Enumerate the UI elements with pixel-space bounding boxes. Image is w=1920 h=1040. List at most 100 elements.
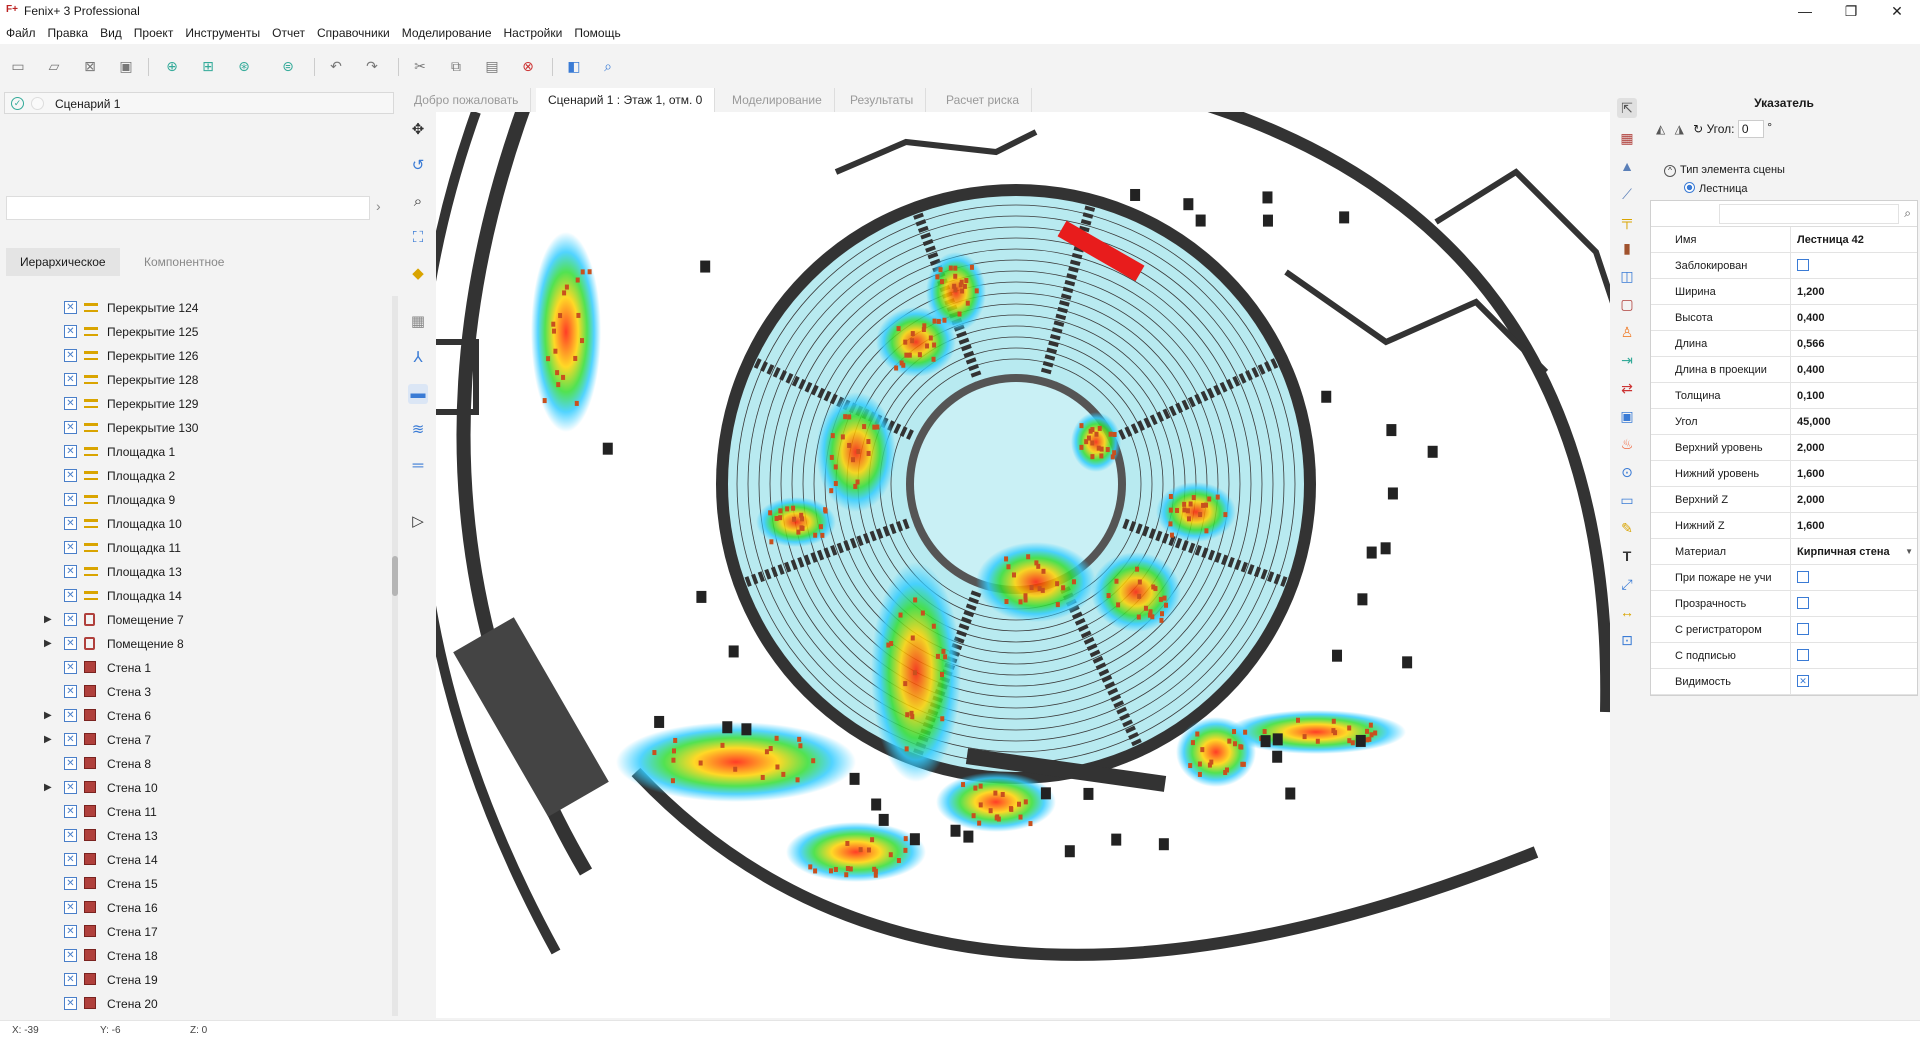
link-tool-icon[interactable]: ⤢ [1617,574,1637,594]
visibility-checkbox[interactable]: ✕ [64,925,77,938]
3d-view-icon[interactable]: ◆ [408,264,428,284]
visibility-checkbox[interactable]: ✕ [64,493,77,506]
rotate-icon[interactable]: ↺ [408,156,428,176]
tree-item[interactable]: ✕ Стена 11 [0,800,390,824]
add-scenario-icon[interactable]: ⊕ [162,56,182,76]
cut-icon[interactable]: ✂ [410,56,430,76]
visibility-checkbox[interactable]: ✕ [64,733,77,746]
property-value[interactable]: 1,600 [1797,513,1913,539]
menu-project[interactable]: Проект [128,22,180,44]
visibility-checkbox[interactable]: ✕ [64,397,77,410]
new-file-icon[interactable]: ▭ [8,56,28,76]
visibility-checkbox[interactable]: ✕ [64,973,77,986]
tree-item[interactable]: ✕ Стена 13 [0,824,390,848]
tree-item[interactable]: ✕ Площадка 1 [0,440,390,464]
tree-search-input[interactable] [6,196,370,220]
visibility-checkbox[interactable]: ✕ [64,949,77,962]
visibility-checkbox[interactable]: ✕ [64,997,77,1010]
visibility-checkbox[interactable]: ✕ [64,781,77,794]
play-icon[interactable]: ▷ [408,512,428,532]
layers-icon[interactable]: ◧ [564,56,584,76]
menu-file[interactable]: Файл [0,22,42,44]
scrollbar-thumb[interactable] [392,556,398,596]
grid-icon[interactable]: ▦ [408,312,428,332]
tree-item[interactable]: ✕ Стена 1 [0,656,390,680]
visibility-checkbox[interactable]: ✕ [64,469,77,482]
check-scenario-icon[interactable]: ⊜ [278,56,298,76]
tree-item[interactable]: ✕ Стена 20 [0,992,390,1016]
visibility-checkbox[interactable]: ✕ [64,301,77,314]
minimize-button[interactable]: — [1782,0,1828,22]
menu-settings[interactable]: Настройки [498,22,569,44]
visibility-checkbox[interactable]: ✕ [64,325,77,338]
expand-arrow-icon[interactable]: ▶ [44,782,52,793]
tree-item[interactable]: ✕ Стена 18 [0,944,390,968]
visibility-checkbox[interactable]: ✕ [64,373,77,386]
property-checkbox[interactable] [1797,597,1809,609]
dimension-tool-icon[interactable]: ↔ [1617,602,1637,622]
tab-modeling[interactable]: Моделирование [720,88,835,112]
menu-references[interactable]: Справочники [311,22,396,44]
tree-item[interactable]: ✕ Стена 14 [0,848,390,872]
tree-item[interactable]: ✕ Перекрытие 126 [0,344,390,368]
property-value[interactable]: 2,000 [1797,487,1913,513]
visibility-checkbox[interactable]: ✕ [64,349,77,362]
tree-item[interactable]: ✕ Стена 3 [0,680,390,704]
screen-tool-icon[interactable]: ▭ [1617,490,1637,510]
visibility-checkbox[interactable]: ✕ [64,805,77,818]
visibility-checkbox[interactable]: ✕ [64,517,77,530]
tree-item[interactable]: ✕ Стена 15 [0,872,390,896]
visibility-checkbox[interactable]: ✕ [64,709,77,722]
property-value[interactable]: 1,600 [1797,461,1913,487]
tree-item[interactable]: ✕ Перекрытие 124 [0,296,390,320]
expand-arrow-icon[interactable]: ▶ [44,614,52,625]
save-icon[interactable]: ▣ [116,56,136,76]
element-type-group[interactable]: ^ Тип элемента сцены [1664,164,1785,177]
chevron-right-icon[interactable]: › [376,198,381,214]
visibility-checkbox[interactable]: ✕ [64,661,77,674]
floors-icon[interactable]: ≋ [408,420,428,440]
property-value[interactable]: Лестница 42 [1797,227,1913,253]
property-checkbox[interactable] [1797,571,1809,583]
pan-icon[interactable]: ✥ [408,120,428,140]
pointer-icon[interactable]: ⇱ [1617,98,1637,118]
property-value[interactable]: 45,000 [1797,409,1913,435]
angle-input[interactable]: 0 [1738,120,1764,138]
visibility-checkbox[interactable]: ✕ [64,829,77,842]
tree-item[interactable]: ✕ Стена 17 [0,920,390,944]
mirror-vertical-icon[interactable]: ◮ [1675,122,1684,136]
find-icon[interactable]: ⌕ [598,56,618,76]
paste-icon[interactable]: ▤ [482,56,502,76]
tree-item[interactable]: ▶ ✕ Помещение 7 [0,608,390,632]
measure-tool-icon[interactable]: ✎ [1617,518,1637,538]
tree-item[interactable]: ✕ Стена 16 [0,896,390,920]
tab-hierarchical[interactable]: Иерархическое [6,248,120,276]
tab-risk-calculation[interactable]: Расчет риска [934,88,1032,112]
element-type-option[interactable]: Лестница [1684,182,1748,195]
route-tool-icon[interactable]: ⇄ [1617,378,1637,398]
collapse-icon[interactable]: ^ [1664,165,1676,177]
tree-item[interactable]: ✕ Перекрытие 128 [0,368,390,392]
tree-item[interactable]: ✕ Стена 8 [0,752,390,776]
rotate-icon[interactable]: ↻ [1693,122,1703,136]
stair-tool-icon[interactable]: ⟋ [1617,184,1637,204]
mirror-horizontal-icon[interactable]: ◭ [1656,122,1665,136]
property-value[interactable]: 0,100 [1797,383,1913,409]
visibility-checkbox[interactable]: ✕ [64,901,77,914]
sensor-tool-icon[interactable]: ⊙ [1617,462,1637,482]
close-file-icon[interactable]: ⊠ [80,56,100,76]
tree-item[interactable]: ✕ Площадка 14 [0,584,390,608]
undo-icon[interactable]: ↶ [326,56,346,76]
property-value[interactable]: 0,566 [1797,331,1913,357]
tree-item[interactable]: ▶ ✕ Стена 10 [0,776,390,800]
tree-item[interactable]: ✕ Площадка 2 [0,464,390,488]
scenario-settings-icon[interactable]: ⊛ [234,56,254,76]
property-value[interactable]: 0,400 [1797,357,1913,383]
visibility-checkbox[interactable]: ✕ [64,541,77,554]
close-button[interactable]: ✕ [1874,0,1920,22]
tree-item[interactable]: ▶ ✕ Помещение 8 [0,632,390,656]
tab-component[interactable]: Компонентное [130,248,238,276]
expand-arrow-icon[interactable]: ▶ [44,734,52,745]
visibility-checkbox[interactable]: ✕ [64,445,77,458]
tab-welcome[interactable]: Добро пожаловать [402,88,531,112]
